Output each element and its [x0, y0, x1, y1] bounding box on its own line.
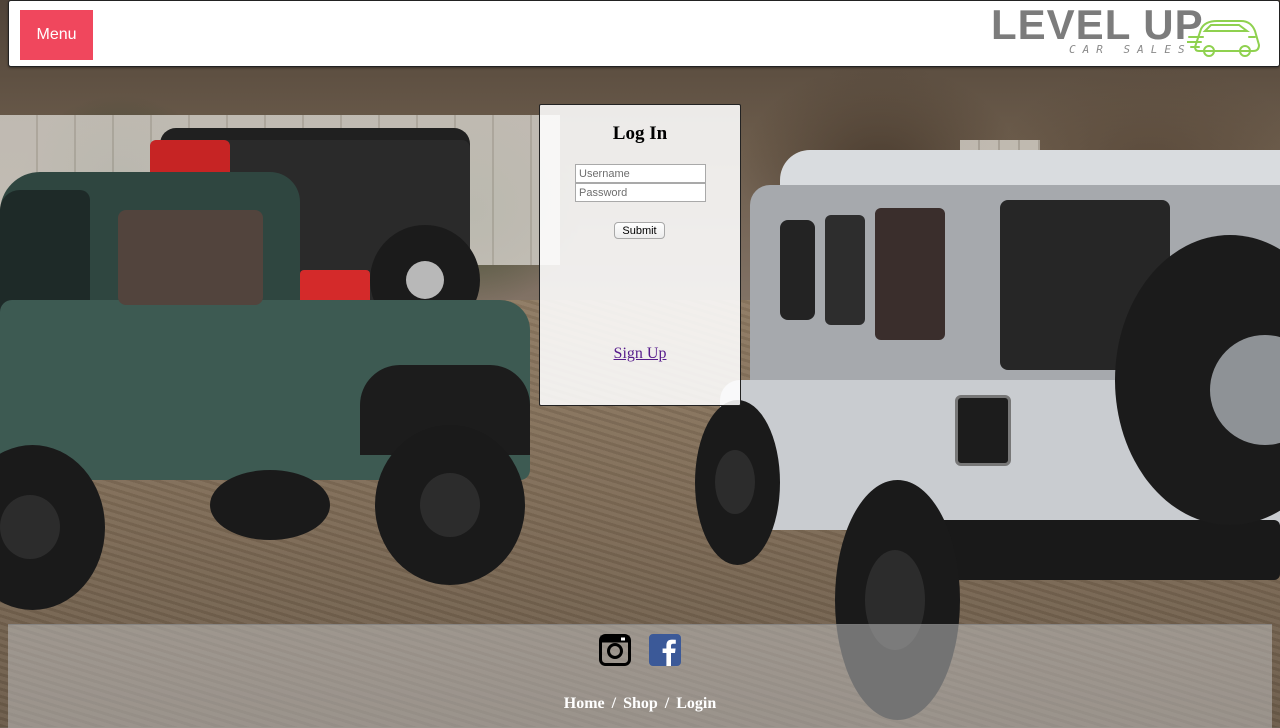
- top-bar: Menu LEVEL UP CAR SALES: [8, 0, 1280, 67]
- logo-title: LEVEL UP: [991, 1, 1204, 48]
- instagram-icon[interactable]: [599, 634, 631, 666]
- login-panel: Log In Submit Sign Up: [539, 104, 741, 406]
- login-title: Log In: [612, 123, 668, 144]
- footer-nav: Home / Shop / Login: [8, 695, 1272, 713]
- footer-link-login[interactable]: Login: [676, 695, 716, 712]
- nav-separator: /: [664, 695, 670, 712]
- logo[interactable]: LEVEL UP CAR SALES: [991, 3, 1266, 63]
- password-input[interactable]: [575, 183, 706, 202]
- footer: Home / Shop / Login: [8, 624, 1272, 728]
- car-icon: [1187, 20, 1261, 57]
- footer-link-home[interactable]: Home: [564, 695, 605, 712]
- nav-separator: /: [611, 695, 617, 712]
- footer-link-shop[interactable]: Shop: [623, 695, 658, 712]
- signup-link[interactable]: Sign Up: [540, 345, 740, 363]
- username-input[interactable]: [575, 164, 706, 183]
- submit-button[interactable]: Submit: [614, 222, 665, 239]
- facebook-icon[interactable]: [649, 634, 681, 666]
- logo-subtitle: CAR SALES: [1069, 43, 1192, 56]
- menu-button[interactable]: Menu: [20, 10, 93, 60]
